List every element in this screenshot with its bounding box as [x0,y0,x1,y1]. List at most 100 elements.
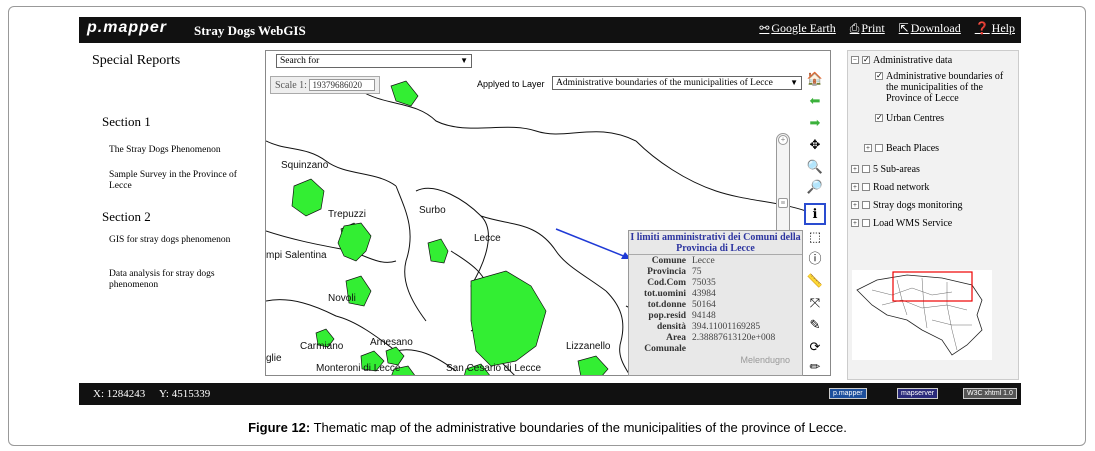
place-label-surbo: Surbo [419,205,446,216]
help-icon: ❓ [974,21,990,35]
toc-group-admin[interactable]: − ✓ Administrative data [851,55,952,66]
place-label-arnesano: Arnesano [370,337,413,348]
table-row: pop.resid 94148 [648,311,716,321]
checkbox-icon[interactable] [862,219,870,227]
table-row: tot.uomini 43984 [644,289,716,299]
dropdown-arrow-icon: ▼ [460,56,468,65]
urban-area-lecce [470,270,547,367]
overview-map[interactable] [852,270,992,360]
reports-title: Special Reports [92,53,181,68]
toc-group-road[interactable]: + Road network [851,182,929,193]
select-icon[interactable]: ⬚ [806,228,824,246]
toc-group-subareas[interactable]: +5 Sub-areas [851,164,920,175]
coordinates-icon[interactable]: ⤧ [806,294,824,312]
scale-box: Scale 1: 19379686020 [270,76,380,94]
brand-logo: p.mapper [87,19,168,36]
reports-panel: Special Reports Section 1 The Stray Dogs… [80,44,258,382]
expand-icon[interactable]: + [851,219,859,227]
expand-icon[interactable]: + [851,183,859,191]
back-arrow-icon[interactable]: ⬅ [806,92,824,110]
home-icon[interactable]: 🏠 [806,70,824,88]
autoidentify-icon[interactable]: ⓘ [806,250,824,268]
help-link[interactable]: ❓ Help [975,21,1015,36]
print-link[interactable]: ⎙ Print [850,21,885,36]
zoom-out-icon[interactable]: 🔎 [806,178,824,196]
figure-caption: Figure 12: Thematic map of the administr… [0,420,1095,435]
popup-title: I limiti amministrativi dei Comuni della… [629,232,802,255]
table-row: Cod.Com 75035 [647,278,716,288]
checkbox-icon[interactable] [862,165,870,173]
place-label-glie: glie [266,353,282,364]
checkbox-icon[interactable] [862,201,870,209]
checkbox-checked-icon[interactable]: ✓ [862,56,870,64]
checkbox-icon[interactable] [875,144,883,152]
table-row: Comunale [644,344,686,354]
place-label-melendugno: Melendugno [740,355,790,365]
ruler-icon[interactable]: ✏ [806,358,824,376]
place-label-squinzano: Squinzano [281,160,329,171]
zoom-in-icon[interactable]: 🔍 [806,158,824,176]
urban-area-surbo [427,238,449,264]
place-label-san-cesario: San Cesario di Lecce [446,363,541,374]
google-earth-icon: ⚯ [759,21,770,35]
urban-area-lizzanello [577,355,609,375]
checkbox-checked-icon[interactable]: ✓ [875,72,883,80]
collapse-icon[interactable]: − [851,56,859,64]
table-row: Area 2.38887613120e+008 [666,333,776,343]
google-earth-link[interactable]: ⚯ Google Earth [759,21,835,36]
expand-icon[interactable]: + [851,165,859,173]
map-toolbar: 🏠 ⬅ ➡ ✥ 🔍 🔎 ℹ ⬚ ⓘ 📏 ⤧ ✎ ⟳ ✏ [804,70,826,376]
search-select[interactable]: Search for ▼ [276,54,472,68]
urban-area [337,222,372,262]
draw-icon[interactable]: ✎ [806,316,824,334]
table-row: tot.donne 50164 [647,300,716,310]
toc-group-stray[interactable]: + Stray dogs monitoring [851,200,962,211]
refresh-icon[interactable]: ⟳ [806,338,824,356]
w3c-badge[interactable]: W3C xhtml 1.0 [963,388,1017,399]
print-icon: ⎙ [849,21,860,35]
place-label-trepuzzi: Trepuzzi [328,209,366,220]
section-1-heading: Section 1 [102,114,151,129]
toc-layer-admin-bounds[interactable]: ✓ Administrative boundaries of the munici… [875,71,1015,104]
report-link-stray-dogs[interactable]: The Stray Dogs Phenomenon [109,145,249,156]
place-label-salentina: mpi Salentina [266,250,327,261]
scale-input[interactable]: 19379686020 [309,79,376,91]
section-2-heading: Section 2 [102,209,151,224]
measure-icon[interactable]: 📏 [806,272,824,290]
top-bar: p.mapper Stray Dogs WebGIS ⚯ Google Earth… [79,17,1021,43]
download-link[interactable]: ⇱ Download [899,21,961,36]
expand-icon[interactable]: + [864,144,872,152]
applied-layer-label: Applyed to Layer [477,79,545,89]
place-label-lizzanello: Lizzanello [566,341,611,352]
place-label-carmiano: Carmiano [300,341,344,352]
applied-layer-select[interactable]: Administrative boundaries of the municip… [552,76,802,90]
toc-group-wms[interactable]: + Load WMS Service [851,218,952,229]
y-coordinate: Y: 4515339 [159,388,211,400]
checkbox-icon[interactable] [862,183,870,191]
table-row: Provincia 75 [647,267,702,277]
report-link-sample-survey[interactable]: Sample Survey in the Province of Lecce [109,170,249,192]
zoom-slider-handle[interactable]: ≡ [778,198,788,208]
expand-icon[interactable]: + [851,201,859,209]
pan-icon[interactable]: ✥ [806,136,824,154]
pointer-arrow-line [555,228,632,260]
dropdown-arrow-icon: ▼ [790,78,798,87]
zoom-in-button[interactable]: + [778,135,788,145]
toc-layer-urban[interactable]: ✓ Urban Centres [875,113,944,124]
toc-group-beach[interactable]: + Beach Places [864,143,939,154]
identify-popup: I limiti amministrativi dei Comuni della… [628,230,803,376]
report-link-gis[interactable]: GIS for stray dogs phenomenon [109,235,249,246]
forward-arrow-icon[interactable]: ➡ [806,114,824,132]
identify-icon[interactable]: ℹ [804,203,826,225]
app-title: Stray Dogs WebGIS [194,23,306,38]
report-link-data-analysis[interactable]: Data analysis for stray dogs phenomenon [109,269,249,291]
caption-label: Figure 12: [248,420,311,435]
urban-area-squinzano [291,178,325,217]
checkbox-checked-icon[interactable]: ✓ [875,114,883,122]
table-row: densità 394.11001169285 [656,322,761,332]
pmapper-badge[interactable]: p.mapper [829,388,867,399]
overview-canvas [856,271,983,356]
top-links: ⚯ Google Earth ⎙ Print ⇱ Download ❓ Help [759,21,1015,36]
mapserver-badge[interactable]: mapserver [897,388,939,399]
place-label-monteroni: Monteroni di Lecce [316,363,401,374]
